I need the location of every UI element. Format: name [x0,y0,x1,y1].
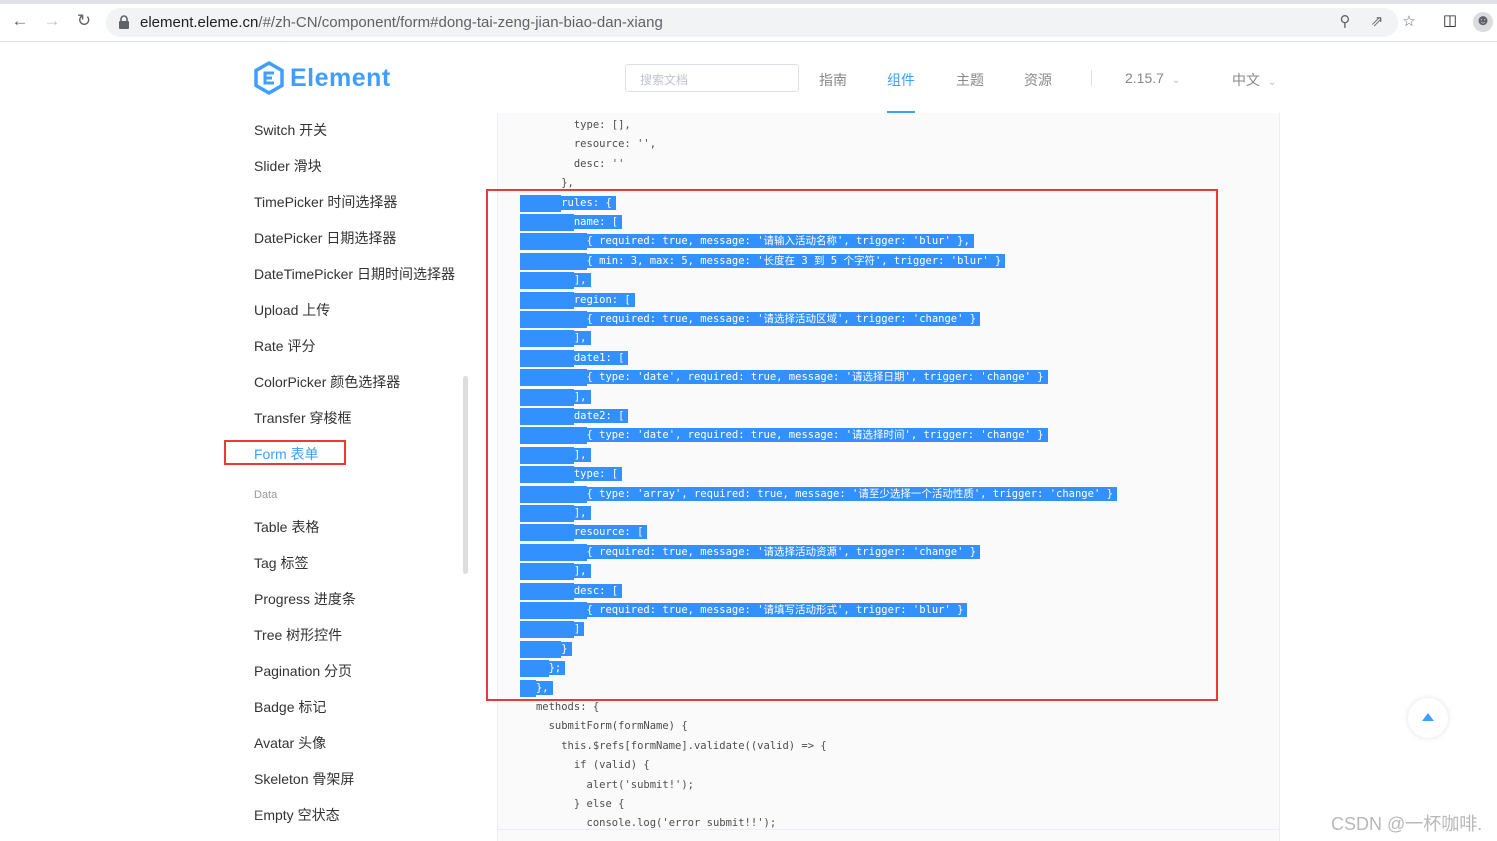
watermark: CSDN @一杯咖啡. [1331,814,1483,834]
sidebar-item-pagination[interactable]: Pagination 分页 [254,661,352,681]
sidebar-item-colorpicker[interactable]: ColorPicker 颜色选择器 [254,372,400,392]
sidebar-item-avatar[interactable]: Avatar 头像 [254,733,326,753]
sidebar-item-slider[interactable]: Slider 滑块 [254,156,322,176]
sidebar-scrollbar[interactable] [463,376,468,574]
annotation-highlight-form [224,440,346,465]
nav-guide[interactable]: 指南 [819,70,847,90]
sidebar-item-rate[interactable]: Rate 评分 [254,336,315,356]
chevron-down-icon: ⌄ [1171,75,1181,86]
side-panel-icon[interactable]: ◫ [1441,12,1459,30]
code-line: if (valid) { [498,757,650,774]
code-line: console.log('error submit!!'); [498,815,777,832]
nav-component[interactable]: 组件 [887,70,915,90]
code-line: this.$refs[formName].validate((valid) =>… [498,738,827,755]
code-text: }, [561,177,574,190]
code-line: } else { [498,796,625,813]
star-icon[interactable]: ☆ [1400,13,1418,31]
sidebar-item-empty[interactable]: Empty 空状态 [254,805,340,825]
code-text: resource: '', [573,138,657,151]
language-dropdown[interactable]: 中文 ⌄ [1232,70,1276,90]
reload-icon[interactable]: ↻ [74,11,94,31]
url-path: /#/zh-CN/component/form#dong-tai-zeng-ji… [258,14,663,31]
version-label: 2.15.7 [1125,70,1164,86]
sidebar-item-datetimepicker[interactable]: DateTimePicker 日期时间选择器 [254,264,455,284]
forward-arrow-icon[interactable]: → [42,11,62,31]
sidebar-item-timepicker[interactable]: TimePicker 时间选择器 [254,192,397,212]
element-hexagon-icon [254,61,284,95]
code-line: desc: '' [498,156,625,173]
arrow-up-icon [1422,713,1434,721]
tab-strip [0,0,1497,4]
sidebar-item-table[interactable]: Table 表格 [254,517,319,537]
url-host: element.eleme.cn [140,14,259,31]
sidebar-item-badge[interactable]: Badge 标记 [254,697,326,717]
sidebar-item-switch[interactable]: Switch 开关 [254,120,327,140]
brand-name: Element [290,63,391,92]
code-text: methods: { [535,701,600,713]
nav-resource[interactable]: 资源 [1024,70,1052,90]
annotation-highlight-rules [486,189,1218,701]
address-bar[interactable]: element.eleme.cn/#/zh-CN/component/form#… [106,8,1416,37]
sidebar-item-tree[interactable]: Tree 树形控件 [254,625,342,645]
sidebar-item-tag[interactable]: Tag 标签 [254,553,308,573]
component-sidebar: Switch 开关 Slider 滑块 TimePicker 时间选择器 Dat… [240,110,480,841]
sidebar-item-transfer[interactable]: Transfer 穿梭框 [254,408,352,428]
sidebar-item-datepicker[interactable]: DatePicker 日期选择器 [254,228,396,248]
sidebar-group-data: Data [254,489,278,501]
sidebar-item-progress[interactable]: Progress 进度条 [254,589,356,609]
chevron-down-icon: ⌄ [1268,77,1277,88]
code-line: alert('submit!'); [498,777,694,794]
code-text: type: [], [573,119,631,131]
code-text: this.$refs[formName].validate((valid) =>… [561,739,827,752]
code-text: desc: '' [573,157,625,170]
code-line: submitForm(formName) { [498,718,688,735]
code-text: console.log('error submit!!'); [586,817,777,830]
version-dropdown[interactable]: 2.15.7 ⌄ [1125,70,1180,86]
url-text: element.eleme.cn/#/zh-CN/component/form#… [140,14,663,31]
profile-icon[interactable]: ☻ [1473,12,1493,32]
sidebar-item-upload[interactable]: Upload 上传 [254,300,330,320]
doc-search-input[interactable]: 搜索文档 [625,64,799,92]
nav-divider [1091,70,1092,86]
lock-icon [119,15,129,29]
sidebar-item-skeleton[interactable]: Skeleton 骨架屏 [254,769,354,789]
zoom-icon[interactable]: ⚲ [1336,13,1354,31]
code-line: methods: { [498,699,599,716]
back-arrow-icon[interactable]: ← [10,11,30,31]
nav-theme[interactable]: 主题 [956,70,984,90]
code-text: alert('submit!'); [586,778,694,791]
element-logo[interactable]: Element [254,60,391,96]
code-line: resource: '', [498,136,656,153]
code-text: } else { [573,798,625,810]
code-line: type: [], [498,117,631,134]
code-text: submitForm(formName) { [548,720,688,733]
code-text: if (valid) { [573,759,650,772]
share-icon[interactable]: ⇗ [1368,13,1386,31]
back-to-top-button[interactable] [1408,698,1448,738]
browser-toolbar: ← → ↻ element.eleme.cn/#/zh-CN/component… [0,0,1497,42]
language-label: 中文 [1232,72,1260,88]
